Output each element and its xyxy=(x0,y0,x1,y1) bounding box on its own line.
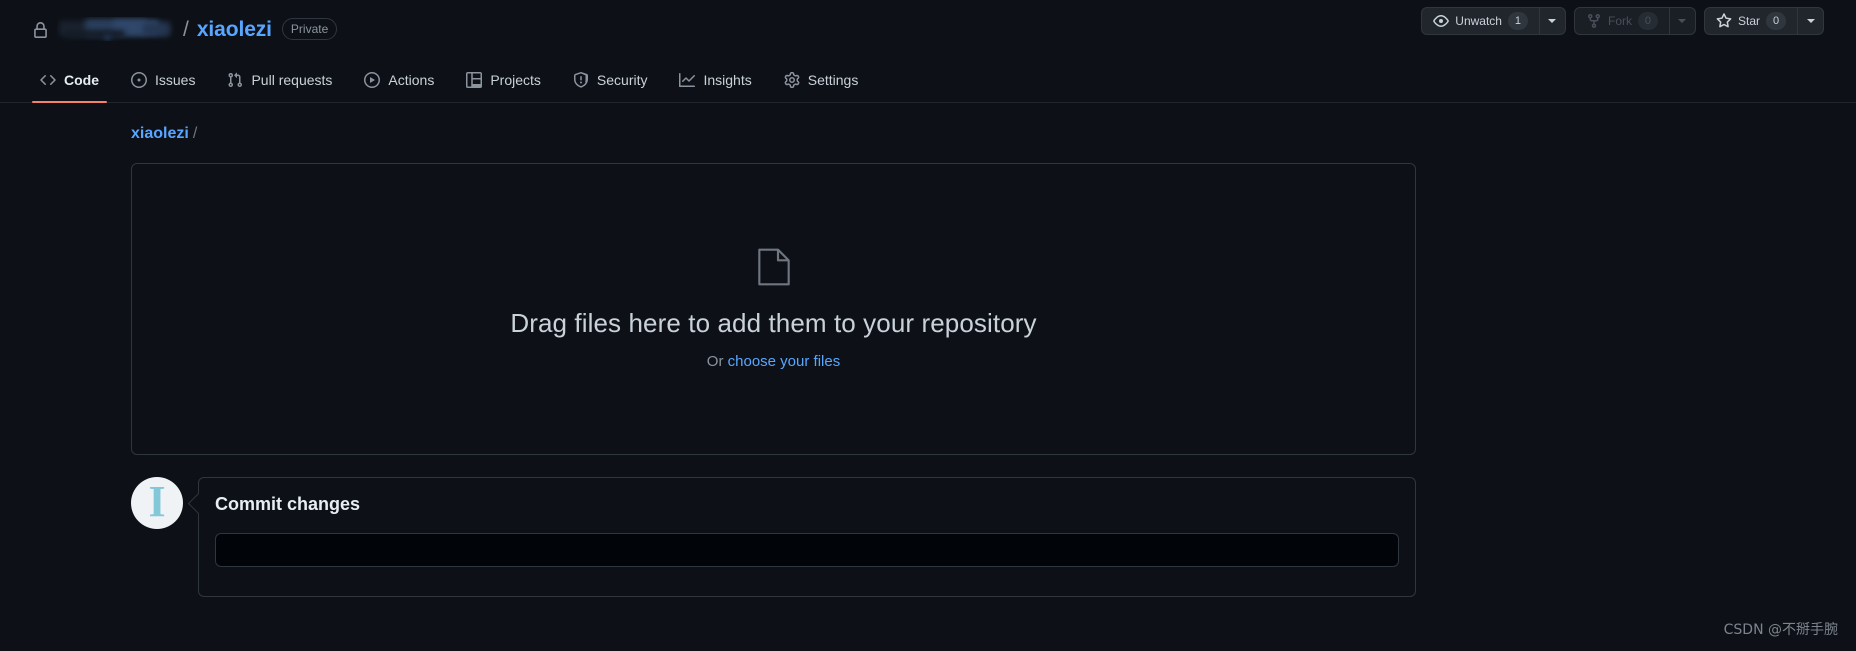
pr-icon xyxy=(227,72,243,88)
tab-issues-label: Issues xyxy=(155,72,196,88)
repo-header: / xiaolezi Private Unwatch 1 Fork 0 Star… xyxy=(0,0,1856,58)
repo-title: / xiaolezi Private xyxy=(32,17,338,41)
play-icon xyxy=(364,72,381,88)
repo-path-separator: / xyxy=(183,17,189,41)
table-icon xyxy=(466,72,483,88)
code-icon xyxy=(40,72,56,88)
unwatch-button[interactable]: Unwatch 1 xyxy=(1422,8,1539,34)
choose-your-files-link[interactable]: choose your files xyxy=(728,353,841,370)
watch-button-group[interactable]: Unwatch 1 xyxy=(1421,7,1566,35)
commit-message-input[interactable] xyxy=(215,533,1399,567)
chevron-down-icon xyxy=(1548,19,1557,23)
watch-count: 1 xyxy=(1507,12,1528,30)
eye-icon xyxy=(1433,13,1450,29)
tab-insights[interactable]: Insights xyxy=(663,58,767,102)
tab-settings[interactable]: Settings xyxy=(768,58,875,102)
visibility-badge: Private xyxy=(281,18,338,40)
fork-button: Fork 0 xyxy=(1575,8,1669,34)
main-content: xiaolezi / Drag files here to add them t… xyxy=(0,125,1856,597)
gear-icon xyxy=(784,72,800,88)
watch-dropdown-button[interactable] xyxy=(1538,8,1565,34)
graph-icon xyxy=(679,72,696,88)
tab-pull-requests-label: Pull requests xyxy=(251,72,333,88)
star-button-group[interactable]: Star 0 xyxy=(1703,7,1824,35)
lock-icon xyxy=(32,21,49,39)
commit-section: I Commit changes xyxy=(131,477,1824,597)
redaction-smudge xyxy=(143,23,169,36)
commit-changes-title: Commit changes xyxy=(215,494,361,514)
shield-icon xyxy=(573,72,589,88)
tab-pull-requests[interactable]: Pull requests xyxy=(211,58,348,102)
fork-label: Fork xyxy=(1607,14,1632,28)
file-icon xyxy=(757,248,790,286)
star-count: 0 xyxy=(1766,12,1786,30)
tab-code[interactable]: Code xyxy=(24,58,115,103)
chevron-down-icon xyxy=(1678,19,1687,23)
fork-button-group: Fork 0 xyxy=(1573,7,1696,35)
redaction-smudge xyxy=(105,35,110,41)
file-dropzone[interactable]: Drag files here to add them to your repo… xyxy=(131,163,1416,455)
watermark: CSDN @不掰手腕 xyxy=(1723,622,1838,638)
breadcrumb-separator: / xyxy=(192,125,198,142)
repo-owner-redacted[interactable] xyxy=(57,17,175,41)
tab-projects-label: Projects xyxy=(490,72,541,88)
tab-projects[interactable]: Projects xyxy=(450,58,557,102)
star-dropdown-button[interactable] xyxy=(1797,8,1823,34)
breadcrumb-repo-link[interactable]: xiaolezi xyxy=(131,125,189,143)
tab-issues[interactable]: Issues xyxy=(115,58,211,102)
chevron-down-icon xyxy=(1806,19,1815,23)
repo-name-link[interactable]: xiaolezi xyxy=(197,19,272,40)
unwatch-label: Unwatch xyxy=(1455,14,1502,28)
star-icon xyxy=(1716,13,1732,29)
dropzone-title: Drag files here to add them to your repo… xyxy=(510,308,1037,338)
star-button[interactable]: Star 0 xyxy=(1705,8,1797,34)
avatar[interactable]: I xyxy=(131,477,183,529)
tab-security-label: Security xyxy=(596,72,648,88)
tab-code-label: Code xyxy=(64,72,99,88)
tab-actions[interactable]: Actions xyxy=(348,58,450,102)
repo-nav: Code Issues Pull requests Actions Projec… xyxy=(0,58,1856,103)
issue-icon xyxy=(131,72,147,88)
tab-insights-label: Insights xyxy=(703,72,752,88)
tab-settings-label: Settings xyxy=(807,72,859,88)
fork-count: 0 xyxy=(1637,12,1658,30)
redaction-smudge xyxy=(65,30,125,38)
repo-header-actions: Unwatch 1 Fork 0 Star 0 xyxy=(1421,7,1824,35)
star-label: Star xyxy=(1737,14,1760,28)
dropzone-subtitle: Or choose your files xyxy=(707,353,840,370)
tab-security[interactable]: Security xyxy=(557,58,664,102)
tab-actions-label: Actions xyxy=(388,72,435,88)
breadcrumb: xiaolezi / xyxy=(131,125,1824,143)
fork-icon xyxy=(1586,13,1602,29)
dropzone-sub-prefix: Or xyxy=(706,353,728,370)
fork-dropdown-button xyxy=(1668,8,1695,34)
avatar-glyph: I xyxy=(148,477,166,526)
commit-changes-box: Commit changes xyxy=(198,477,1416,597)
